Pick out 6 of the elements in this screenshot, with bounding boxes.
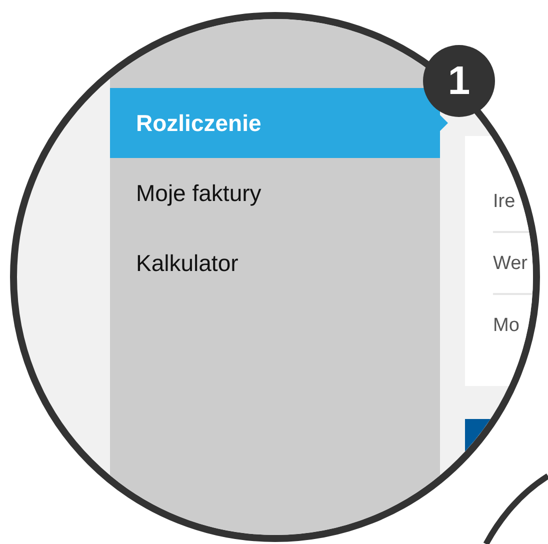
- list-item: Wer: [493, 253, 528, 274]
- sidebar-item[interactable]: Moje faktury: [110, 158, 440, 228]
- sidebar-item[interactable]: Kalkulator: [110, 228, 440, 298]
- step-badge: 1: [423, 45, 495, 117]
- list-item: Ire: [493, 191, 516, 212]
- list-item: Mo: [493, 315, 520, 336]
